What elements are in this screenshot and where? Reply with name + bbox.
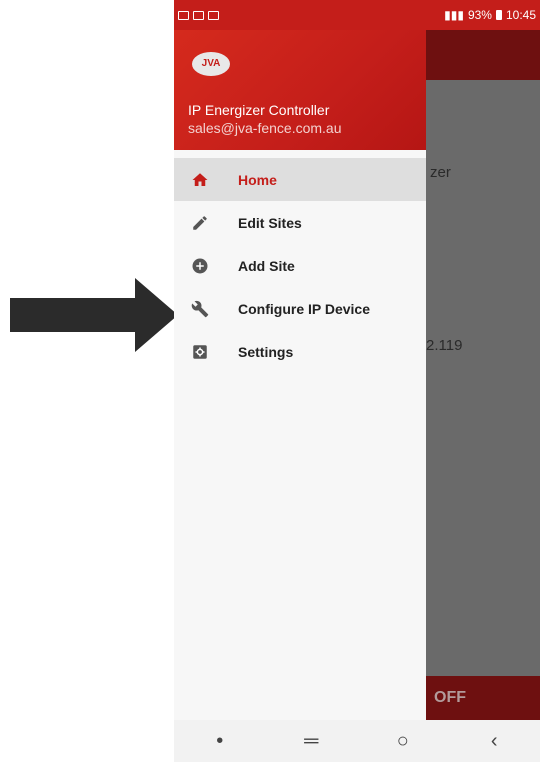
jva-logo: JVA <box>192 52 230 76</box>
background-toolbar <box>426 30 540 80</box>
nav-dot-button[interactable]: • <box>200 730 240 753</box>
annotation-arrow <box>10 278 178 352</box>
pencil-icon <box>190 213 210 233</box>
battery-icon <box>495 10 502 20</box>
off-button[interactable]: OFF <box>426 676 540 720</box>
menu-item-settings[interactable]: Settings <box>174 330 426 373</box>
background-text: zer <box>430 164 451 181</box>
clock: 10:45 <box>505 8 536 22</box>
navigation-drawer: JVA IP Energizer Controller sales@jva-fe… <box>174 30 426 720</box>
status-notifications <box>178 10 219 20</box>
background-app: zer 2.119 OFF <box>426 30 540 762</box>
status-indicators: ▮▮▮ 93% 10:45 <box>444 8 536 22</box>
status-bar: ▮▮▮ 93% 10:45 <box>174 0 540 30</box>
system-nav-bar: • ═ ○ ‹ <box>174 720 540 762</box>
menu-item-label: Settings <box>238 343 294 360</box>
signal-icon: ▮▮▮ <box>444 8 464 22</box>
recent-apps-button[interactable]: ═ <box>291 730 331 753</box>
menu-item-label: Configure IP Device <box>238 300 371 317</box>
menu-item-home[interactable]: Home <box>174 158 426 201</box>
home-icon <box>190 170 210 190</box>
drawer-email: sales@jva-fence.com.au <box>188 120 342 136</box>
battery-percent: 93% <box>467 8 492 22</box>
menu-item-configure-ip-device[interactable]: Configure IP Device <box>174 287 426 330</box>
back-button[interactable]: ‹ <box>474 730 514 753</box>
phone-screen: ▮▮▮ 93% 10:45 zer 2.119 OFF JVA IP Energ… <box>174 0 540 762</box>
notification-icon <box>193 10 204 20</box>
menu-item-edit-sites[interactable]: Edit Sites <box>174 201 426 244</box>
drawer-menu: Home Edit Sites Add Site Configure IP De… <box>174 158 426 373</box>
menu-item-label: Home <box>238 171 277 188</box>
notification-icon <box>208 10 219 20</box>
background-text: 2.119 <box>426 337 463 354</box>
add-circle-icon <box>190 256 210 276</box>
drawer-header: JVA IP Energizer Controller sales@jva-fe… <box>174 30 426 150</box>
menu-item-label: Add Site <box>238 257 295 274</box>
notification-icon <box>178 10 189 20</box>
wrench-icon <box>190 299 210 319</box>
menu-item-add-site[interactable]: Add Site <box>174 244 426 287</box>
home-button[interactable]: ○ <box>383 730 423 753</box>
drawer-title: IP Energizer Controller <box>188 102 330 118</box>
settings-icon <box>190 342 210 362</box>
menu-item-label: Edit Sites <box>238 214 302 231</box>
